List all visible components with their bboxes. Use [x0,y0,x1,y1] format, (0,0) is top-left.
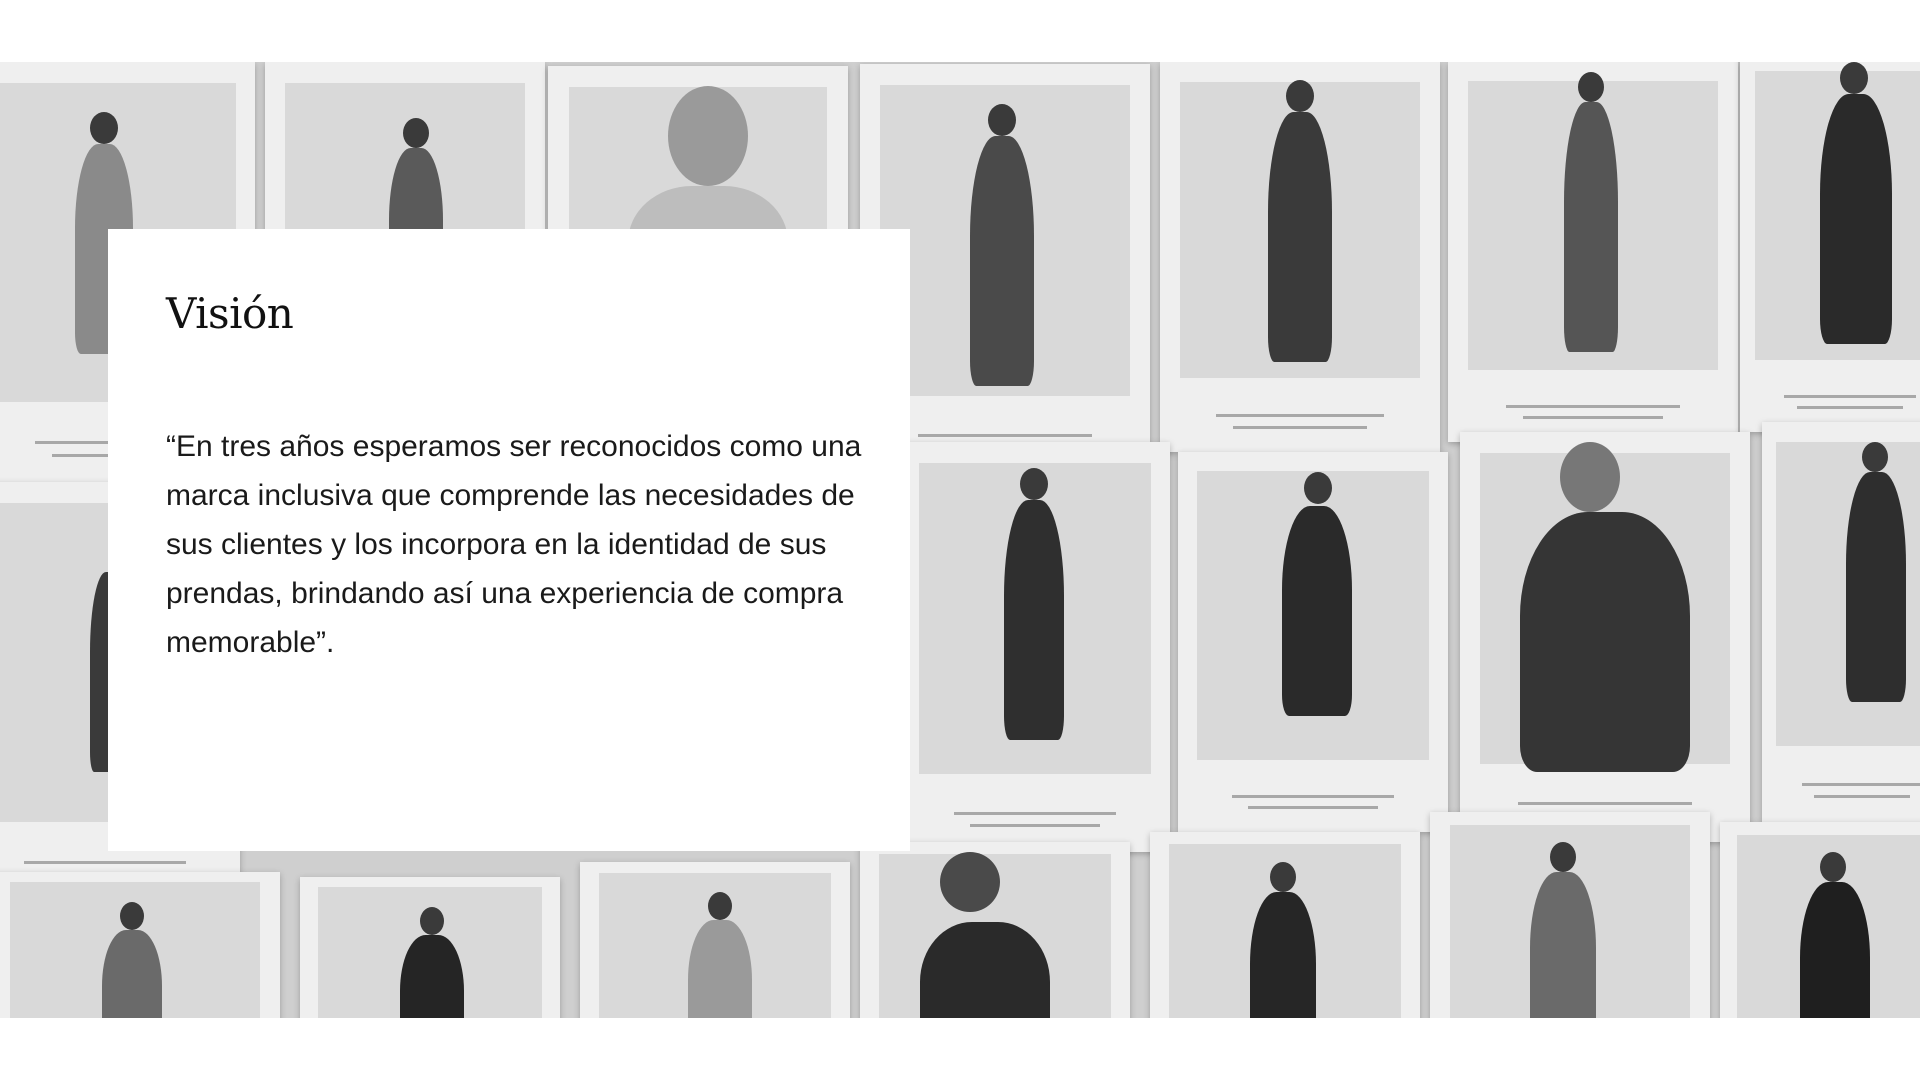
fashion-print [900,442,1170,852]
slide: Visión “En tres años esperamos ser recon… [0,0,1920,1080]
fashion-print [1150,832,1420,1018]
fashion-print [580,862,850,1018]
fashion-print [860,842,1130,1018]
vision-title: Visión [166,289,294,338]
fashion-print [1448,62,1738,442]
fashion-print [1460,432,1750,842]
fashion-print [1740,62,1920,432]
fashion-print [1160,62,1440,452]
fashion-print [1430,812,1710,1018]
fashion-print [0,872,280,1018]
fashion-print [1762,422,1920,822]
fashion-print [1720,822,1920,1018]
vision-quote: “En tres años esperamos ser reconocidos … [166,430,862,659]
vision-card: Visión “En tres años esperamos ser recon… [108,229,910,851]
fashion-print [1178,452,1448,832]
fashion-print [300,877,560,1018]
